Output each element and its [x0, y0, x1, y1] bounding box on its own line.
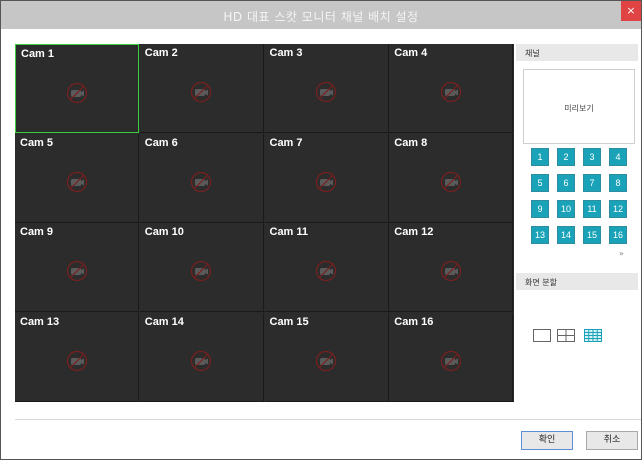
camera-label: Cam 13	[20, 315, 60, 328]
channel-button[interactable]: 8	[609, 174, 627, 192]
next-page-icon[interactable]: »	[619, 249, 624, 258]
camera-cell[interactable]: Cam 14	[139, 312, 264, 402]
split-header: 화면 분할	[516, 273, 638, 290]
no-signal-camera-icon	[440, 171, 461, 192]
no-signal-camera-icon	[315, 260, 337, 282]
channel-button[interactable]: 6	[557, 174, 575, 192]
camera-label: Cam 6	[144, 136, 178, 149]
camera-cell[interactable]: Cam 16	[389, 312, 514, 402]
channel-button[interactable]: 14	[557, 226, 575, 244]
camera-cell[interactable]: Cam 10	[139, 223, 264, 312]
channel-button[interactable]: 2	[557, 148, 575, 166]
sixteen-layout-icon[interactable]	[584, 329, 602, 342]
camera-cell[interactable]: Cam 3	[264, 44, 389, 133]
camera-label: Cam 7	[269, 136, 303, 149]
no-signal-camera-icon	[66, 82, 88, 103]
ok-button[interactable]: 확인	[521, 431, 573, 450]
camera-cell[interactable]: Cam 4	[389, 44, 514, 133]
camera-label: Cam 10	[144, 226, 184, 238]
no-signal-camera-icon	[315, 81, 337, 103]
camera-label: Cam 12	[394, 226, 434, 238]
camera-label: Cam 5	[20, 136, 54, 149]
camera-cell[interactable]: Cam 8	[389, 133, 514, 223]
camera-label: Cam 1	[21, 48, 55, 60]
channel-button[interactable]: 1	[531, 148, 549, 166]
no-signal-camera-icon	[315, 171, 337, 192]
no-signal-camera-icon	[440, 350, 461, 371]
channel-button[interactable]: 3	[583, 148, 601, 166]
camera-cell[interactable]: Cam 15	[264, 312, 389, 402]
camera-cell[interactable]: Cam 9	[15, 223, 139, 312]
no-signal-camera-icon	[315, 350, 337, 371]
preview-label: 미리보기	[564, 104, 594, 113]
channel-button[interactable]: 11	[583, 200, 601, 218]
channel-button[interactable]: 13	[531, 226, 549, 244]
no-signal-camera-icon	[191, 260, 212, 282]
camera-cell[interactable]: Cam 11	[264, 223, 389, 312]
channel-button[interactable]: 5	[531, 174, 549, 192]
camera-cell[interactable]: Cam 7	[264, 133, 389, 223]
cancel-button[interactable]: 취소	[586, 431, 638, 450]
no-signal-camera-icon	[440, 260, 461, 282]
preview-box: 미리보기	[523, 69, 635, 144]
camera-label: Cam 4	[394, 47, 428, 59]
no-signal-camera-icon	[191, 81, 212, 103]
camera-cell[interactable]: Cam 13	[15, 312, 139, 402]
camera-label: Cam 9	[20, 226, 54, 238]
camera-label: Cam 2	[144, 47, 178, 59]
channel-header: 채널	[516, 44, 638, 61]
channel-button[interactable]: 7	[583, 174, 601, 192]
channel-button[interactable]: 15	[583, 226, 601, 244]
no-signal-camera-icon	[191, 350, 212, 371]
title-bar: HD 대표 스캇 모니터 채널 배치 설정 ×	[1, 1, 641, 29]
no-signal-camera-icon	[191, 171, 212, 192]
window-title: HD 대표 스캇 모니터 채널 배치 설정	[223, 10, 419, 24]
quad-layout-icon[interactable]	[557, 329, 575, 342]
camera-cell[interactable]: Cam 5	[15, 133, 139, 223]
no-signal-camera-icon	[440, 81, 461, 103]
camera-cell[interactable]: Cam 6	[139, 133, 264, 223]
camera-cell[interactable]: Cam 12	[389, 223, 514, 312]
camera-label: Cam 14	[144, 315, 184, 328]
single-layout-icon[interactable]	[533, 329, 551, 342]
close-button[interactable]: ×	[621, 1, 641, 21]
channel-button[interactable]: 16	[609, 226, 627, 244]
camera-label: Cam 3	[269, 47, 303, 59]
channel-button[interactable]: 12	[609, 200, 627, 218]
camera-label: Cam 16	[394, 315, 434, 328]
camera-cell[interactable]: Cam 2	[139, 44, 264, 133]
camera-grid: Cam 1 Cam 2 Cam 3 Cam 4 Cam 5 Cam 6 Cam 7 Cam 8…	[15, 44, 514, 402]
settings-window: HD 대표 스캇 모니터 채널 배치 설정 × Cam 1 Cam 2 Cam 3C…	[0, 0, 642, 460]
footer-divider	[15, 419, 641, 420]
no-signal-camera-icon	[66, 260, 87, 282]
channel-button[interactable]: 10	[557, 200, 575, 218]
channel-button[interactable]: 9	[531, 200, 549, 218]
camera-label: Cam 8	[394, 136, 428, 149]
channel-button[interactable]: 4	[609, 148, 627, 166]
camera-label: Cam 15	[269, 315, 309, 328]
no-signal-camera-icon	[66, 350, 87, 371]
no-signal-camera-icon	[66, 171, 87, 192]
camera-label: Cam 11	[269, 226, 309, 238]
camera-cell[interactable]: Cam 1	[15, 44, 139, 133]
